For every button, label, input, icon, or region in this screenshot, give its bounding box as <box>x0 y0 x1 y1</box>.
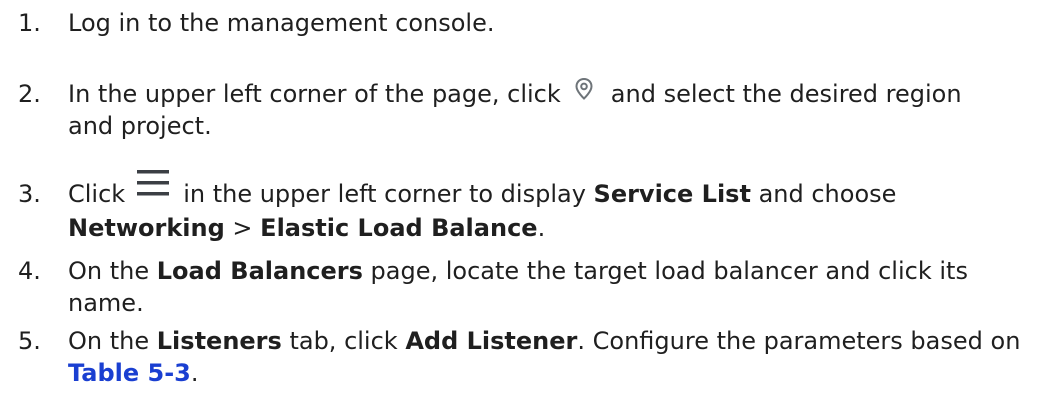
table-reference-link[interactable]: Table 5-3 <box>68 359 191 387</box>
step-text: Click in the upper left corner to displa… <box>68 170 1043 244</box>
step-number: 2. <box>18 80 41 108</box>
step-text-part: . Configure the parameters based on <box>577 327 1021 355</box>
step-line: Log in to the management console. <box>68 9 495 37</box>
bold-term: Listeners <box>156 327 282 355</box>
step-line: and project. <box>68 112 212 140</box>
step-text-part: Click <box>68 180 126 208</box>
bold-term: Service List <box>593 180 751 208</box>
step-number: 5. <box>18 327 41 355</box>
step-line: name. <box>68 289 144 317</box>
step-number: 1. <box>18 9 41 37</box>
step-text-part: and choose <box>758 180 897 208</box>
hamburger-menu-icon <box>137 170 170 196</box>
step-text-part: page, locate the target load balancer an… <box>370 257 968 285</box>
bold-term: Add Listener <box>405 327 578 355</box>
step-text-part: . <box>190 359 199 387</box>
step-text-part: and select the desired region <box>610 80 962 108</box>
step-line: On the Listeners tab, click Add Listener… <box>68 325 1043 357</box>
step-number: 3. <box>18 180 41 208</box>
step-text-part: . <box>537 214 546 242</box>
step-text-part: On the <box>68 257 150 285</box>
step-line: In the upper left corner of the page, cl… <box>68 77 1043 110</box>
step-text-part: in the upper left corner to display <box>183 180 586 208</box>
bold-term: Elastic Load Balance <box>260 214 538 242</box>
step-text: On the Load Balancers page, locate the t… <box>68 255 1043 319</box>
step-text: In the upper left corner of the page, cl… <box>68 77 1043 142</box>
breadcrumb-separator: > <box>224 214 261 242</box>
step-number: 4. <box>18 257 41 285</box>
step-line: On the Load Balancers page, locate the t… <box>68 255 1043 287</box>
step-text: Log in to the management console. <box>68 7 1043 39</box>
bold-term: Networking <box>68 214 225 242</box>
step-line: Networking > Elastic Load Balance. <box>68 212 1043 244</box>
bold-term: Load Balancers <box>156 257 363 285</box>
step-line: Table 5-3. <box>68 357 1043 389</box>
step-text: On the Listeners tab, click Add Listener… <box>68 325 1043 389</box>
procedure-document: 1. Log in to the management console. 2. … <box>0 0 1059 394</box>
step-text-part: tab, click <box>289 327 398 355</box>
step-text-part: On the <box>68 327 150 355</box>
location-pin-icon <box>575 77 593 100</box>
step-line: Click in the upper left corner to displa… <box>68 170 1043 212</box>
step-text-part: In the upper left corner of the page, cl… <box>68 80 561 108</box>
